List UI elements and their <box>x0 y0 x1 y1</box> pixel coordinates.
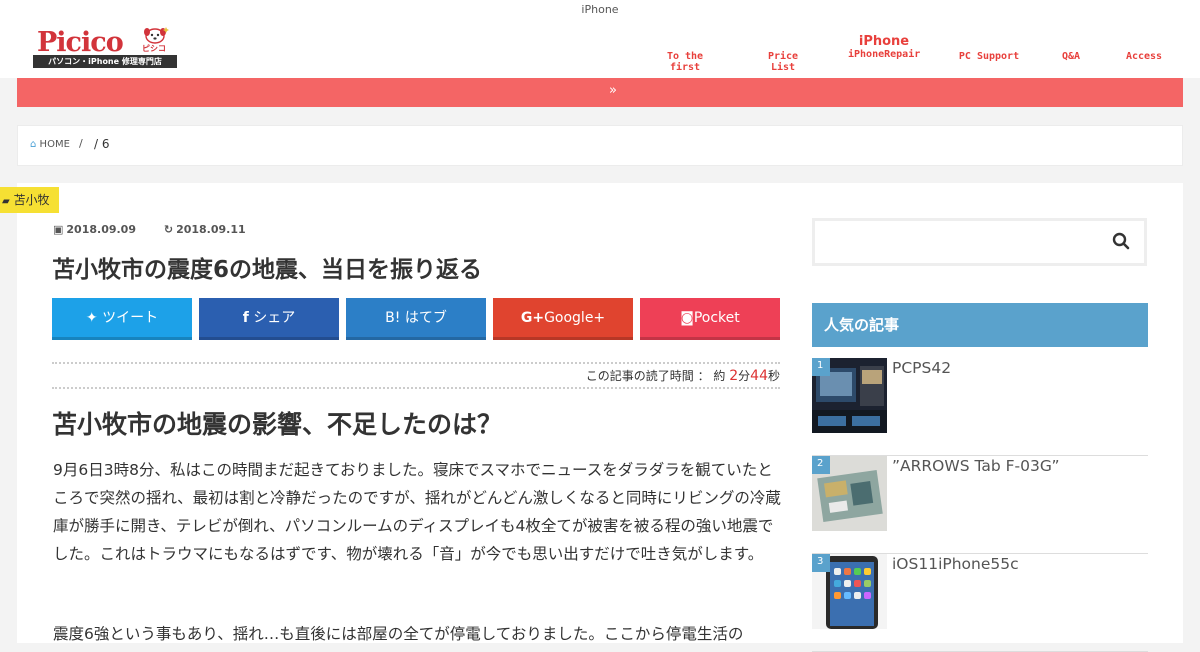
nav-label: Q&A <box>1061 51 1081 62</box>
rank-badge: 1 <box>812 358 830 376</box>
nav-item-price-list[interactable]: Price List <box>753 51 813 73</box>
read-time-seconds: 44 <box>750 368 768 384</box>
share-button-twitter[interactable]: ✦ ツイート <box>52 298 192 340</box>
share-label: Pocket <box>693 310 740 326</box>
category-tag-label: 苫小牧 <box>13 193 50 207</box>
popular-post-title[interactable]: ”ARROWS Tab F-03G” <box>892 457 1060 475</box>
category-tag[interactable]: ▰ 苫小牧 <box>0 187 59 213</box>
sidebar-search[interactable] <box>812 218 1147 266</box>
search-icon[interactable] <box>1112 232 1130 250</box>
site-header: iPhone Picico ピシコ パソコン・iPhone 修理専門店 To t… <box>0 0 1200 78</box>
folder-icon: ▰ <box>2 196 10 207</box>
popular-posts-heading: 人気の記事 <box>812 303 1148 347</box>
article-paragraph: 9月6日3時8分、私はこの時間まだ起きておりました。寝床でスマホでニュースをダラ… <box>53 461 781 563</box>
read-time: この記事の読了時間 ： 約 2分44秒 <box>52 362 780 389</box>
read-time-minutes: 2 <box>729 368 739 384</box>
post-thumbnail[interactable]: 3 <box>812 554 887 629</box>
refresh-icon: ↻ <box>163 223 174 236</box>
post-thumbnail[interactable]: 2 <box>812 456 887 531</box>
share-label: ツイート <box>102 310 159 326</box>
updated-date-value: 2018.09.11 <box>176 223 246 236</box>
nav-item-to-the-first[interactable]: To the first <box>652 51 718 73</box>
article-paragraph: 震度6強という事もあり、揺れ…も直後には部屋の全てが停電しておりました。ここから… <box>53 625 744 643</box>
share-button-facebook[interactable]: f シェア <box>199 298 339 340</box>
share-button-pocket[interactable]: ◙Pocket <box>640 298 780 340</box>
published-date: ▣ 2018.09.09 <box>53 223 148 236</box>
logo-kana: ピシコ <box>142 44 166 53</box>
breadcrumb-home-label: HOME <box>39 139 70 150</box>
nav-item-access[interactable]: Access <box>1122 51 1166 62</box>
facebook-icon: f <box>242 310 249 326</box>
share-label: B! はてブ <box>385 310 447 326</box>
popular-post-title[interactable]: PCPS42 <box>892 359 951 377</box>
nav-label: PC Support <box>958 51 1020 62</box>
nav-top-label: iPhone <box>858 34 910 49</box>
popular-post-title[interactable]: iOS11iPhone55c <box>892 555 1019 573</box>
pocket-icon: ◙ <box>680 310 694 326</box>
article-heading: 苫小牧市の地震の影響、不足したのは？ <box>52 410 503 439</box>
notice-bar[interactable]: » <box>17 78 1183 107</box>
dog-mascot-icon <box>144 27 169 44</box>
nav-label: Price List <box>767 51 799 73</box>
calendar-icon: ▣ <box>53 223 64 236</box>
logo-subtitle: パソコン・iPhone 修理専門店 <box>33 55 177 68</box>
nav-label: iPhoneRepair <box>848 49 921 60</box>
search-input[interactable] <box>823 221 1103 261</box>
site-tagline: iPhone <box>581 3 619 16</box>
nav-label: Access <box>1125 51 1163 62</box>
site-logo[interactable]: Picico ピシコ パソコン・iPhone 修理専門店 <box>33 27 178 71</box>
updated-date: ↻ 2018.09.11 <box>164 223 258 236</box>
popular-post[interactable]: 2 ”ARROWS Tab F-03G” <box>812 456 1148 554</box>
post-thumbnail[interactable]: 1 <box>812 358 887 433</box>
read-time-label: この記事の読了時間 ： 約 <box>585 369 726 383</box>
share-label: Google+ <box>544 310 606 326</box>
logo-text: Picico <box>37 27 124 58</box>
read-time-seconds-unit: 秒 <box>767 369 780 383</box>
google-plus-icon: G+ <box>520 310 545 326</box>
nav-label: To the first <box>666 51 704 73</box>
breadcrumb-separator: / <box>79 137 83 150</box>
home-icon: ⌂ <box>30 139 37 150</box>
nav-item-qa[interactable]: Q&A <box>1058 51 1084 62</box>
rank-badge: 2 <box>812 456 830 474</box>
share-button-google-plus[interactable]: G+Google+ <box>493 298 633 340</box>
breadcrumb-current: / 6 <box>94 137 110 151</box>
read-time-minutes-unit: 分 <box>738 369 751 383</box>
nav-item-iphone-repair[interactable]: iPhone iPhoneRepair <box>848 34 920 60</box>
popular-post[interactable]: 3 iOS11iPhone55c <box>812 554 1148 652</box>
share-button-hatena[interactable]: B! はてブ <box>346 298 486 340</box>
article-title: 苫小牧市の震度6の地震、当日を振り返る <box>52 257 483 283</box>
breadcrumb-home[interactable]: ⌂ HOME <box>30 139 70 150</box>
rank-badge: 3 <box>812 554 830 572</box>
twitter-icon: ✦ <box>85 310 98 326</box>
breadcrumb: ⌂ HOME / / 6 <box>17 125 1183 166</box>
nav-item-pc-support[interactable]: PC Support <box>955 51 1023 62</box>
article-dates: ▣ 2018.09.09 ↻ 2018.09.11 <box>53 223 270 236</box>
share-label: シェア <box>253 310 296 326</box>
popular-post[interactable]: 1 PCPS42 <box>812 358 1148 456</box>
double-chevron-right-icon: » <box>609 83 617 98</box>
published-date-value: 2018.09.09 <box>66 223 136 236</box>
